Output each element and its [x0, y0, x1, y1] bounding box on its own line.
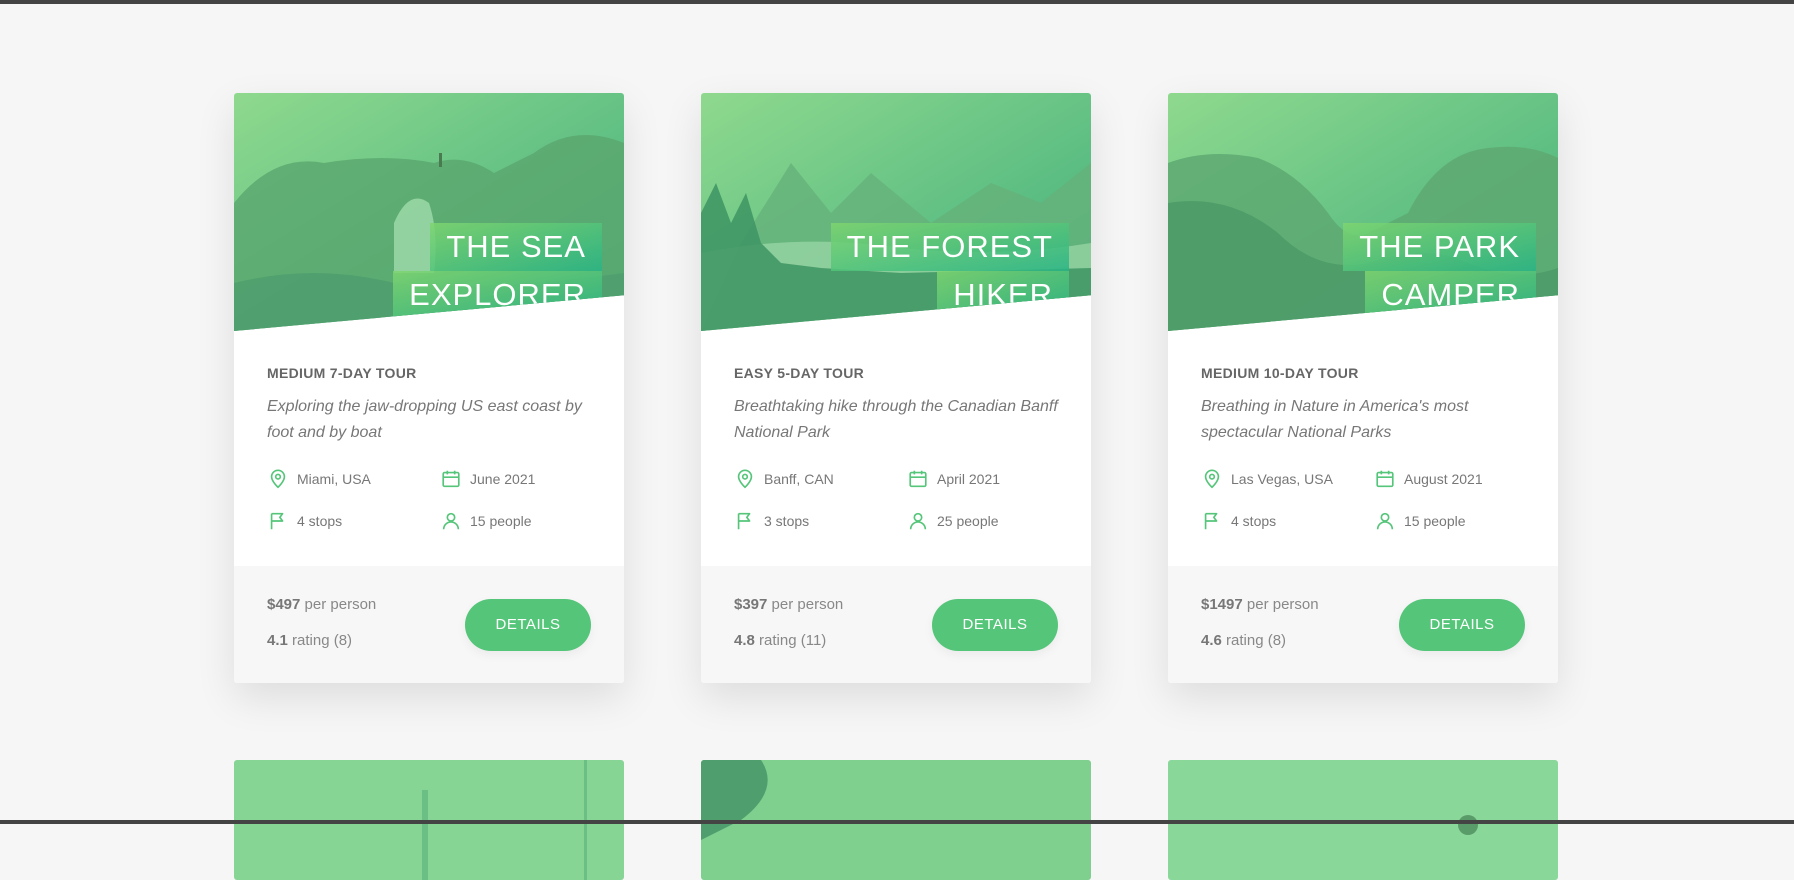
detail-stops: 4 stops	[267, 510, 440, 532]
tour-card-forest-hiker: THE FOREST HIKER EASY 5-DAY TOUR Breatht…	[701, 93, 1091, 683]
card-heading: THE FOREST HIKER	[830, 223, 1069, 319]
tour-subheading: EASY 5-DAY TOUR	[734, 365, 865, 381]
map-pin-icon	[737, 469, 753, 489]
rating: 4.6 rating (8)	[1201, 631, 1287, 649]
card-picture: THE PARK CAMPER	[1168, 93, 1558, 331]
card-footer: $497 per person 4.1 rating (8) DETAILS	[234, 566, 624, 683]
user-icon	[442, 512, 460, 530]
details-button[interactable]: DETAILS	[932, 598, 1058, 651]
flag-icon	[1204, 512, 1218, 530]
tour-details: Banff, CAN April 2021 3 stops 25 people	[734, 468, 1058, 532]
tour-card-park-camper: THE PARK CAMPER MEDIUM 10-DAY TOUR Breat…	[1168, 93, 1558, 683]
card-picture: THE SEA EXPLORER	[234, 93, 624, 331]
details-button[interactable]: DETAILS	[1399, 598, 1525, 651]
price: $497 per person	[267, 595, 377, 613]
calendar-icon	[909, 470, 927, 488]
tour-details: Las Vegas, USA August 2021 4 stops 15 pe…	[1201, 468, 1525, 532]
calendar-icon	[1376, 470, 1394, 488]
tour-description: Exploring the jaw-dropping US east coast…	[267, 398, 582, 441]
detail-people: 15 people	[1374, 510, 1525, 532]
rating: 4.1 rating (8)	[267, 631, 353, 649]
detail-location: Banff, CAN	[734, 468, 907, 490]
tour-subheading: MEDIUM 10-DAY TOUR	[1201, 365, 1359, 381]
price: $1497 per person	[1201, 595, 1319, 613]
map-pin-icon	[270, 469, 286, 489]
calendar-icon	[442, 470, 460, 488]
rating: 4.8 rating (11)	[734, 631, 827, 649]
flag-icon	[737, 512, 751, 530]
flag-icon	[270, 512, 284, 530]
user-icon	[1376, 512, 1394, 530]
bottom-border	[0, 820, 1794, 824]
tour-subheading: MEDIUM 7-DAY TOUR	[267, 365, 417, 381]
tour-card-sea-explorer: THE SEA EXPLORER MEDIUM 7-DAY TOUR Explo…	[234, 93, 624, 683]
user-icon	[909, 512, 927, 530]
detail-date: April 2021	[907, 468, 1058, 490]
detail-people: 25 people	[907, 510, 1058, 532]
card-footer: $1497 per person 4.6 rating (8) DETAILS	[1168, 566, 1558, 683]
card-heading: THE SEA EXPLORER	[393, 223, 602, 319]
map-pin-icon	[1204, 469, 1220, 489]
card-footer: $397 per person 4.8 rating (11) DETAILS	[701, 566, 1091, 683]
detail-stops: 4 stops	[1201, 510, 1374, 532]
detail-people: 15 people	[440, 510, 591, 532]
top-border	[0, 0, 1794, 4]
tour-description: Breathtaking hike through the Canadian B…	[734, 398, 1058, 441]
tour-cards-grid: THE SEA EXPLORER MEDIUM 7-DAY TOUR Explo…	[234, 93, 1558, 880]
tour-description: Breathing in Nature in America's most sp…	[1201, 398, 1469, 441]
detail-location: Las Vegas, USA	[1201, 468, 1374, 490]
detail-stops: 3 stops	[734, 510, 907, 532]
detail-date: June 2021	[440, 468, 591, 490]
detail-date: August 2021	[1374, 468, 1525, 490]
card-heading: THE PARK CAMPER	[1343, 223, 1536, 319]
card-picture: THE FOREST HIKER	[701, 93, 1091, 331]
details-button[interactable]: DETAILS	[465, 598, 591, 651]
detail-location: Miami, USA	[267, 468, 440, 490]
tour-details: Miami, USA June 2021 4 stops 15 people	[267, 468, 591, 532]
price: $397 per person	[734, 595, 844, 613]
